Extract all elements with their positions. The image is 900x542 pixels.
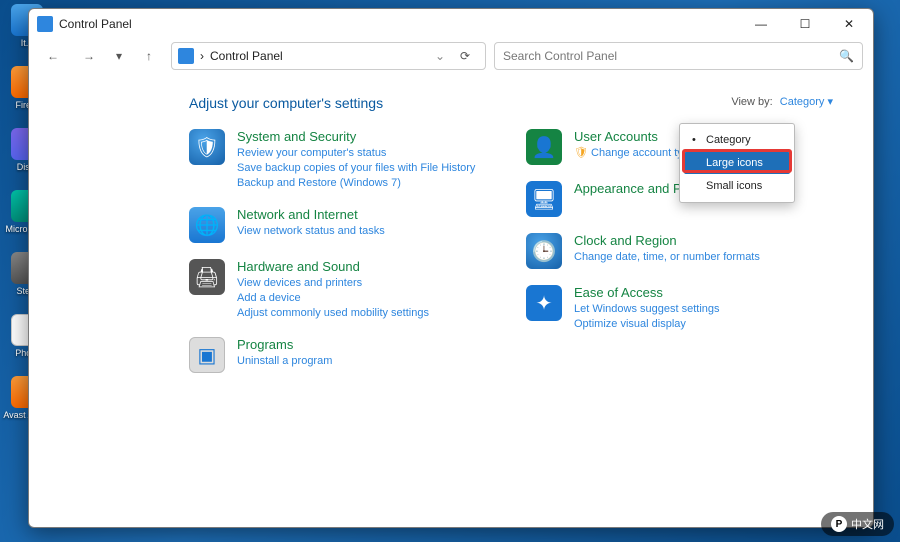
menu-item-small-icons[interactable]: Small icons [684,175,790,197]
category-link[interactable]: Optimize visual display [574,317,720,332]
up-button[interactable]: ↑ [135,42,163,70]
uac-shield-icon: 🛡 [574,147,591,159]
titlebar: Control Panel — ☐ ✕ [29,9,873,39]
recent-locations-button[interactable]: ▾ [111,42,127,70]
search-icon: 🔍 [839,49,854,63]
php-logo-icon: P [831,516,847,532]
printer-icon: 🖨 [189,259,225,295]
menu-item-category[interactable]: Category [684,129,790,151]
category-link[interactable]: Adjust commonly used mobility settings [237,306,429,321]
refresh-button[interactable]: ⟳ [451,49,479,63]
category-link[interactable]: Save backup copies of your files with Fi… [237,161,475,176]
view-by-label: View by: [731,96,772,108]
ease-icon: ✦ [526,285,562,321]
content-area: Adjust your computer's settings View by:… [29,81,873,527]
user-icon: 👤 [526,129,562,165]
category-link[interactable]: View devices and printers [237,276,429,291]
category-ease-of-access: ✦ Ease of Access Let Windows suggest set… [526,285,833,332]
globe-icon: 🌐 [189,207,225,243]
left-column: 🛡 System and Security Review your comput… [189,129,496,389]
category-link[interactable]: Backup and Restore (Windows 7) [237,176,475,191]
category-link[interactable]: Uninstall a program [237,354,332,369]
category-system-security: 🛡 System and Security Review your comput… [189,129,496,191]
control-panel-icon [37,16,53,32]
category-title[interactable]: Clock and Region [574,233,760,248]
category-programs: ▣ Programs Uninstall a program [189,337,496,373]
search-input[interactable]: Search Control Panel 🔍 [494,42,863,70]
control-panel-window: Control Panel — ☐ ✕ ← → ▾ ↑ › Control Pa… [28,8,874,528]
nav-toolbar: ← → ▾ ↑ › Control Panel ⌄ ⟳ Search Contr… [29,39,873,73]
category-title[interactable]: User Accounts [574,129,695,144]
chevron-down-icon[interactable]: ⌄ [435,49,445,63]
minimize-button[interactable]: — [739,9,783,39]
category-title[interactable]: Ease of Access [574,285,720,300]
category-title[interactable]: System and Security [237,129,475,144]
shield-icon: 🛡 [189,129,225,165]
programs-icon: ▣ [189,337,225,373]
close-button[interactable]: ✕ [827,9,871,39]
monitor-icon: 🖥 [526,181,562,217]
view-by-dropdown[interactable]: Category ▾ [780,96,833,108]
category-link[interactable]: Let Windows suggest settings [574,302,720,317]
clock-icon: 🕒 [526,233,562,269]
watermark: P 中文网 [821,512,894,536]
view-by-control: View by: Category ▾ Category Large icons… [731,95,833,108]
window-title: Control Panel [59,17,739,31]
category-clock-region: 🕒 Clock and Region Change date, time, or… [526,233,833,269]
maximize-button[interactable]: ☐ [783,9,827,39]
category-title[interactable]: Programs [237,337,332,352]
category-title[interactable]: Network and Internet [237,207,385,222]
category-link[interactable]: Review your computer's status [237,146,475,161]
control-panel-icon [178,48,194,64]
search-placeholder: Search Control Panel [503,49,617,63]
category-hardware-sound: 🖨 Hardware and Sound View devices and pr… [189,259,496,321]
category-link[interactable]: 🛡 Change account type [574,146,695,161]
breadcrumb-item[interactable]: Control Panel [210,49,283,63]
category-network-internet: 🌐 Network and Internet View network stat… [189,207,496,243]
view-by-menu: Category Large icons Small icons [679,123,795,203]
category-link[interactable]: View network status and tasks [237,224,385,239]
category-link[interactable]: Change date, time, or number formats [574,250,760,265]
menu-item-large-icons[interactable]: Large icons [684,152,790,174]
back-button[interactable]: ← [39,42,67,70]
category-title[interactable]: Hardware and Sound [237,259,429,274]
forward-button[interactable]: → [75,42,103,70]
address-bar[interactable]: › Control Panel ⌄ ⟳ [171,42,486,70]
category-link[interactable]: Add a device [237,291,429,306]
breadcrumb-separator: › [200,49,204,63]
